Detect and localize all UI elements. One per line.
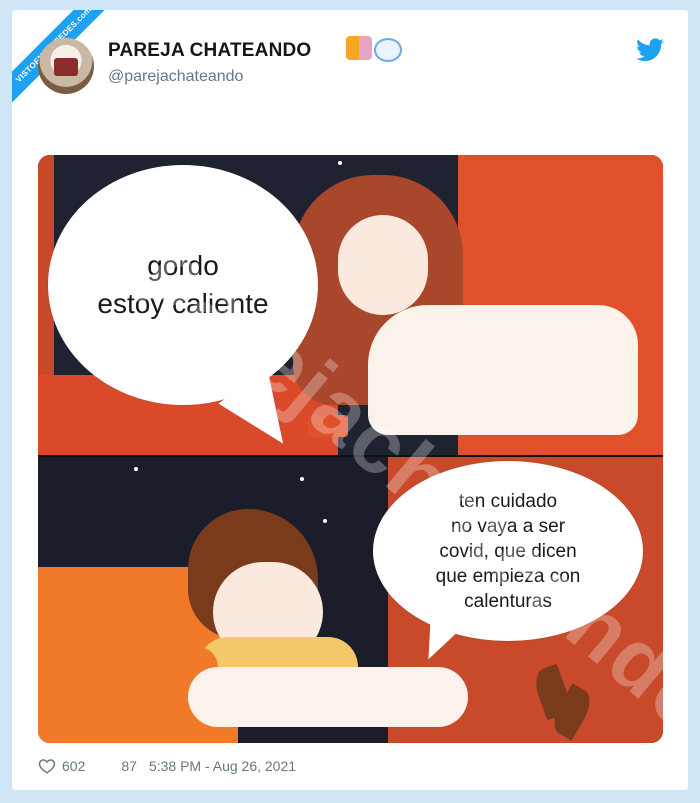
star	[323, 519, 327, 523]
meme-panel-bottom: ten cuidado no vaya a ser covid, que dic…	[38, 457, 663, 743]
twitter-bird-icon[interactable]	[636, 38, 664, 62]
phone	[308, 415, 348, 437]
woman-face	[338, 215, 428, 315]
display-name[interactable]: PAREJA CHATEANDO	[108, 40, 311, 62]
like-count[interactable]: 602	[62, 758, 85, 774]
heart-icon[interactable]	[38, 757, 56, 775]
tweet-timestamp[interactable]: 5:38 PM - Aug 26, 2021	[149, 758, 296, 774]
speech-bubble-top-text: gordo estoy caliente	[97, 250, 269, 319]
retweet-count[interactable]: 87	[121, 758, 137, 774]
star	[338, 161, 342, 165]
avatar[interactable]	[38, 38, 94, 94]
name-emoji-group	[346, 36, 402, 62]
man-arms	[188, 667, 468, 727]
speech-bubble-top: gordo estoy caliente	[48, 165, 318, 405]
avatar-image	[54, 58, 78, 76]
user-handle[interactable]: @parejachateando	[108, 68, 243, 86]
meme-panel-top: gordo estoy caliente	[38, 155, 663, 455]
woman-body	[368, 305, 638, 435]
plant	[518, 657, 598, 743]
tweet-footer: 602 87 5:38 PM - Aug 26, 2021	[38, 757, 296, 775]
tweet-media[interactable]: gordo estoy caliente ten cuidado no vaya…	[38, 155, 663, 743]
star	[300, 477, 304, 481]
speech-bubble-bottom: ten cuidado no vaya a ser covid, que dic…	[373, 461, 643, 641]
couple-emoji-icon	[346, 36, 372, 60]
star	[134, 467, 138, 471]
speech-bubble-bottom-text: ten cuidado no vaya a ser covid, que dic…	[435, 490, 581, 612]
speech-bubble-emoji-icon	[374, 38, 402, 62]
